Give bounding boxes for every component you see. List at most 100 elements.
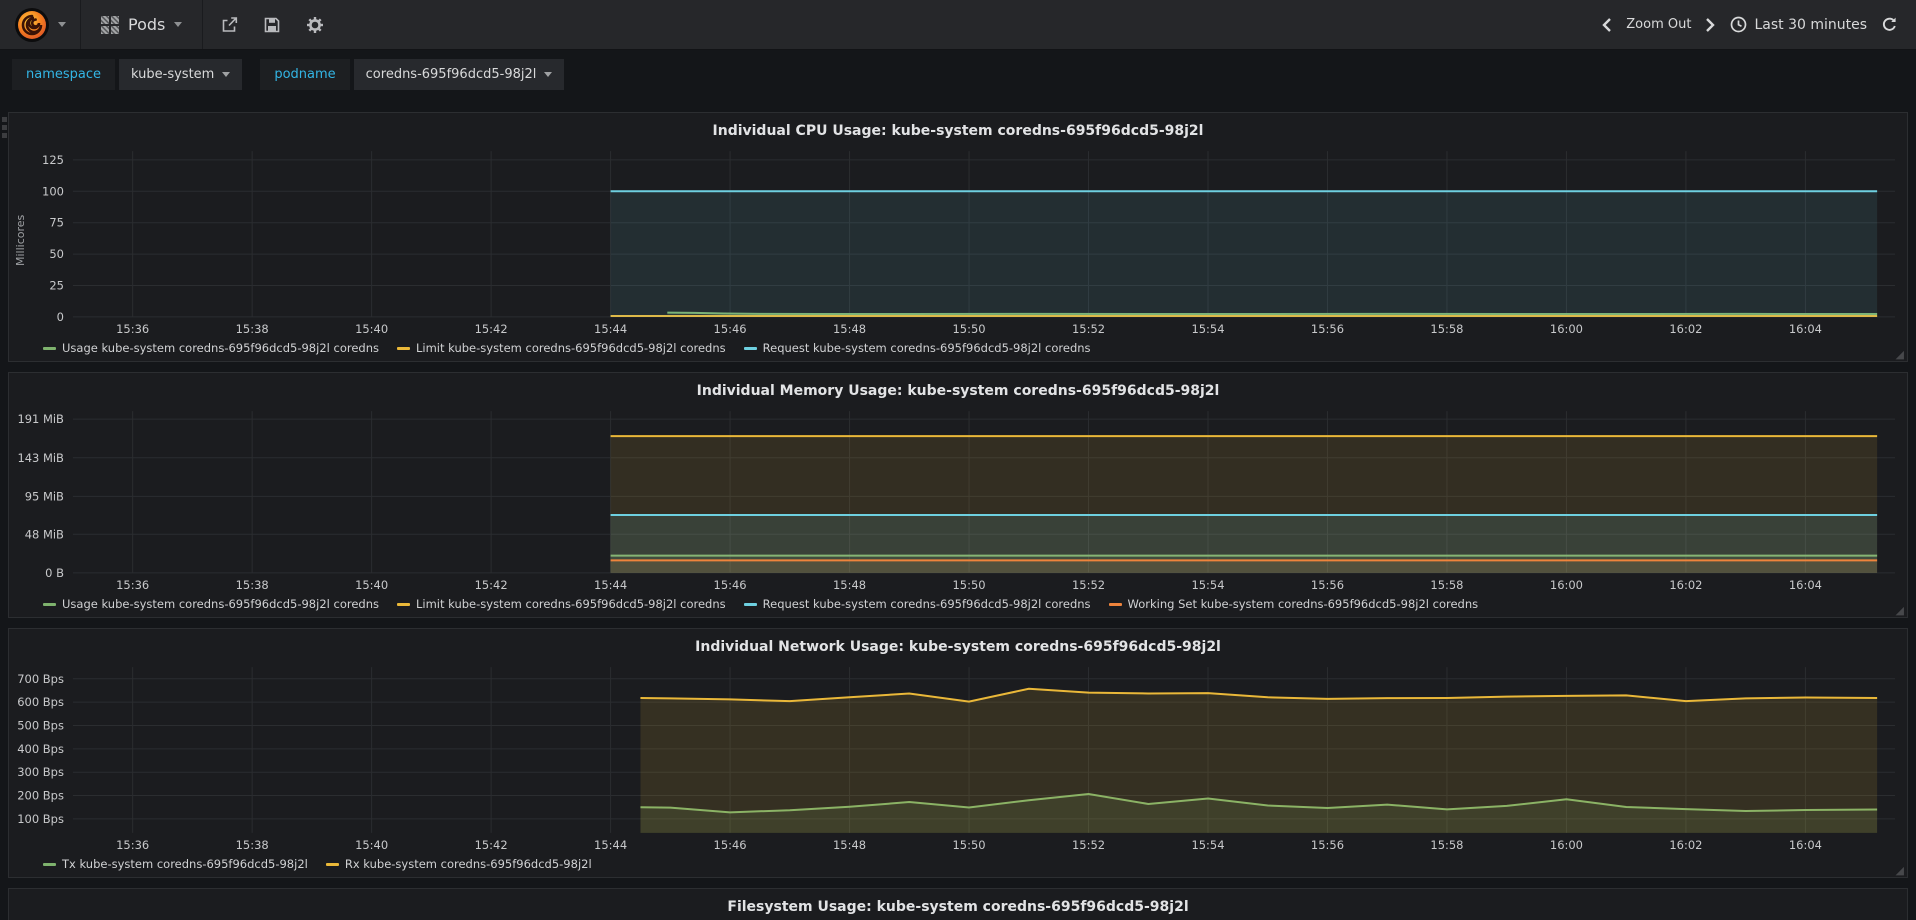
legend: Usage kube-system coredns-695f96dcd5-98j…: [9, 595, 1907, 617]
svg-text:16:02: 16:02: [1669, 838, 1702, 852]
row-drag-handle[interactable]: [2, 117, 7, 138]
svg-text:15:36: 15:36: [116, 322, 149, 336]
legend-series-color-icon: [43, 602, 56, 606]
svg-text:15:54: 15:54: [1191, 838, 1224, 852]
svg-text:15:40: 15:40: [355, 838, 388, 852]
svg-text:300 Bps: 300 Bps: [17, 765, 64, 779]
legend-series-color-icon: [396, 602, 410, 606]
svg-text:15:54: 15:54: [1191, 578, 1224, 592]
panel-title[interactable]: Individual CPU Usage: kube-system coredn…: [9, 119, 1907, 145]
legend-item[interactable]: Working Set kube-system coredns-695f96dc…: [1108, 597, 1478, 611]
svg-text:700 Bps: 700 Bps: [17, 672, 64, 686]
panel-title[interactable]: Individual Network Usage: kube-system co…: [9, 635, 1907, 661]
panel-title[interactable]: Filesystem Usage: kube-system coredns-69…: [9, 895, 1907, 920]
svg-text:15:38: 15:38: [236, 838, 269, 852]
svg-text:200 Bps: 200 Bps: [17, 789, 64, 803]
time-shift-right-icon[interactable]: [1705, 17, 1716, 33]
svg-text:75: 75: [49, 216, 64, 230]
chevron-down-icon: [174, 22, 183, 27]
chevron-down-icon: [222, 72, 231, 77]
legend-item[interactable]: Request kube-system coredns-695f96dcd5-9…: [743, 597, 1091, 611]
clock-icon: [1731, 16, 1747, 33]
svg-text:16:04: 16:04: [1789, 838, 1822, 852]
share-icon[interactable]: [221, 16, 238, 33]
grafana-logo-button[interactable]: [14, 7, 66, 43]
y-axis-unit-label: Millicores: [14, 214, 27, 266]
svg-text:0: 0: [57, 310, 64, 324]
zoom-out-button[interactable]: Zoom Out: [1626, 17, 1691, 32]
legend-series-label: Rx kube-system coredns-695f96dcd5-98j2l: [344, 857, 592, 871]
svg-text:16:04: 16:04: [1789, 322, 1822, 336]
legend-series-color-icon: [1108, 602, 1122, 606]
panel-title[interactable]: Individual Memory Usage: kube-system cor…: [9, 379, 1907, 405]
svg-text:15:48: 15:48: [833, 838, 866, 852]
dashboard-picker-section: Pods: [81, 0, 204, 49]
panel-resize-handle[interactable]: ◢: [1896, 605, 1904, 616]
svg-text:125: 125: [42, 153, 64, 167]
save-icon[interactable]: [264, 17, 280, 33]
legend-item[interactable]: Tx kube-system coredns-695f96dcd5-98j2l: [43, 857, 308, 871]
svg-text:95 MiB: 95 MiB: [25, 489, 64, 503]
series-fill: [610, 560, 1878, 573]
graph-plot-area[interactable]: 100 Bps 200 Bps 300 Bps 400 Bps 500 Bps 600 B…: [9, 661, 1907, 855]
legend-series-color-icon: [743, 602, 757, 606]
variable-namespace-label: namespace: [12, 59, 116, 90]
legend-series-color-icon: [325, 862, 339, 866]
svg-text:15:44: 15:44: [594, 578, 627, 592]
legend-series-label: Request kube-system coredns-695f96dcd5-9…: [762, 597, 1091, 611]
dashboard-picker[interactable]: Pods: [95, 15, 188, 34]
legend-item[interactable]: Request kube-system coredns-695f96dcd5-9…: [743, 341, 1091, 355]
svg-text:15:50: 15:50: [953, 578, 986, 592]
chevron-down-icon: [58, 22, 66, 27]
svg-text:50: 50: [49, 247, 64, 261]
time-range-picker[interactable]: Last 30 minutes: [1730, 16, 1867, 33]
time-shift-left-icon[interactable]: [1601, 17, 1612, 33]
svg-text:15:50: 15:50: [953, 838, 986, 852]
svg-text:48 MiB: 48 MiB: [25, 527, 64, 541]
variable-namespace-value: kube-system: [131, 67, 215, 82]
svg-text:100 Bps: 100 Bps: [17, 812, 64, 826]
svg-text:15:48: 15:48: [833, 578, 866, 592]
gear-icon[interactable]: [306, 16, 324, 34]
legend-item[interactable]: Rx kube-system coredns-695f96dcd5-98j2l: [325, 857, 592, 871]
svg-text:15:40: 15:40: [355, 578, 388, 592]
svg-text:16:00: 16:00: [1550, 578, 1583, 592]
variable-namespace-value-dropdown[interactable]: kube-system: [119, 59, 243, 90]
svg-text:25: 25: [49, 279, 64, 293]
panel-resize-handle[interactable]: ◢: [1896, 349, 1904, 360]
navbar: Pods Zoom Out Last 30 minutes: [0, 0, 1916, 50]
legend-series-label: Usage kube-system coredns-695f96dcd5-98j…: [62, 597, 379, 611]
svg-text:15:50: 15:50: [953, 322, 986, 336]
legend-item[interactable]: Usage kube-system coredns-695f96dcd5-98j…: [43, 341, 379, 355]
svg-text:15:46: 15:46: [714, 578, 747, 592]
svg-text:191 MiB: 191 MiB: [17, 412, 64, 426]
panel-3: Individual Network Usage: kube-system co…: [8, 628, 1908, 878]
chevron-down-icon: [544, 72, 553, 77]
grafana-logo-icon: [15, 7, 49, 42]
time-controls: Zoom Out Last 30 minutes: [1583, 0, 1916, 49]
svg-text:15:52: 15:52: [1072, 838, 1105, 852]
panel-resize-handle[interactable]: ◢: [1896, 865, 1904, 876]
svg-text:0 B: 0 B: [45, 566, 64, 580]
time-range-label: Last 30 minutes: [1754, 16, 1867, 33]
svg-text:15:52: 15:52: [1072, 578, 1105, 592]
variable-podname-value: coredns-695f96dcd5-98j2l: [365, 67, 537, 82]
legend-series-label: Tx kube-system coredns-695f96dcd5-98j2l: [62, 857, 308, 871]
graph-plot-area[interactable]: 0 25 50 75 100 125 15:36 15:38 15:40 15:42 15:44 15…: [9, 145, 1907, 339]
legend-item[interactable]: Limit kube-system coredns-695f96dcd5-98j…: [396, 341, 726, 355]
svg-text:600 Bps: 600 Bps: [17, 695, 64, 709]
variable-podname-value-dropdown[interactable]: coredns-695f96dcd5-98j2l: [353, 59, 565, 90]
svg-text:15:58: 15:58: [1430, 322, 1463, 336]
legend-series-label: Request kube-system coredns-695f96dcd5-9…: [762, 341, 1091, 355]
dashboard-toolbar: [203, 0, 342, 49]
legend-item[interactable]: Limit kube-system coredns-695f96dcd5-98j…: [396, 597, 726, 611]
grafana-menu[interactable]: [0, 0, 81, 49]
panel-4: Filesystem Usage: kube-system coredns-69…: [8, 888, 1908, 920]
svg-text:15:40: 15:40: [355, 322, 388, 336]
svg-text:15:54: 15:54: [1191, 322, 1224, 336]
graph-plot-area[interactable]: 0 B 48 MiB 95 MiB 143 MiB 191 MiB 15:36 15:38 1…: [9, 405, 1907, 595]
svg-text:15:38: 15:38: [236, 322, 269, 336]
legend-item[interactable]: Usage kube-system coredns-695f96dcd5-98j…: [43, 597, 379, 611]
refresh-icon[interactable]: [1881, 16, 1898, 33]
svg-text:16:02: 16:02: [1669, 322, 1702, 336]
